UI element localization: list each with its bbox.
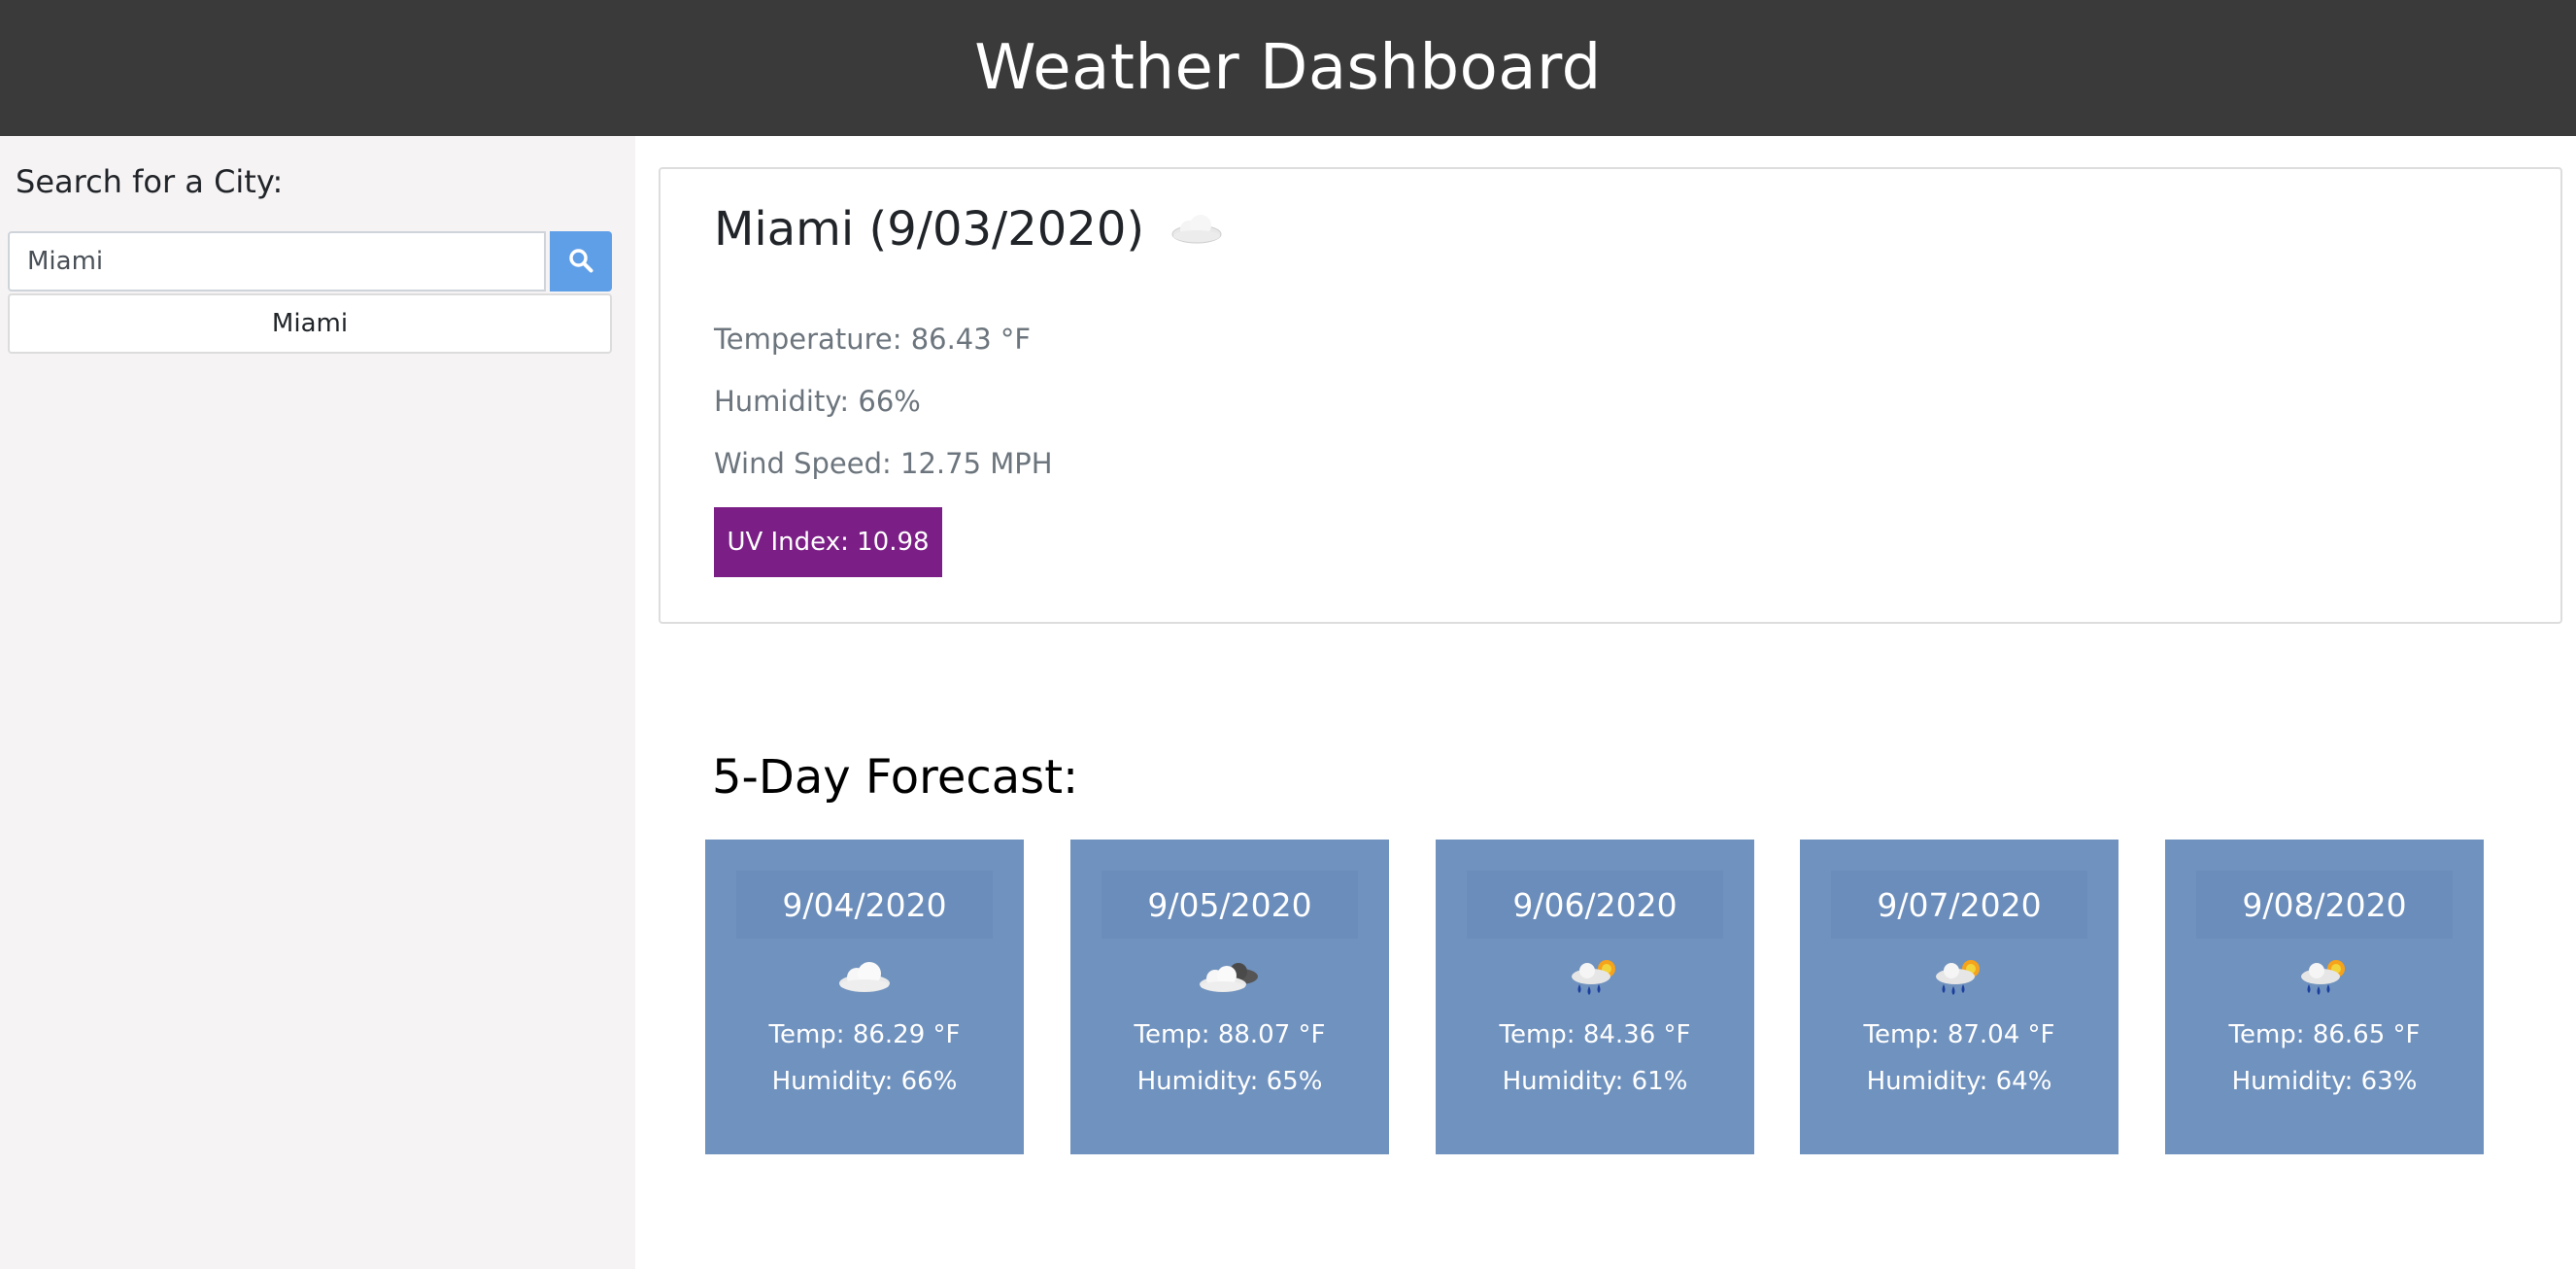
current-weather-heading: Miami (9/03/2020) xyxy=(714,202,1224,257)
forecast-humidity: Humidity: 64% xyxy=(1866,1067,2052,1096)
current-wind-speed: Wind Speed: 12.75 MPH xyxy=(714,447,1053,480)
forecast-date: 9/04/2020 xyxy=(736,871,993,939)
search-label: Search for a City: xyxy=(16,163,284,200)
forecast-temp: Temp: 84.36 °F xyxy=(1499,1020,1691,1049)
current-humidity: Humidity: 66% xyxy=(714,385,921,418)
forecast-temp: Temp: 86.29 °F xyxy=(768,1020,961,1049)
page-title: Weather Dashboard xyxy=(974,32,1602,104)
forecast-humidity: Humidity: 66% xyxy=(771,1067,958,1096)
uv-index-badge: UV Index: 10.98 xyxy=(714,507,942,577)
city-search-input[interactable] xyxy=(8,231,546,292)
search-history-item[interactable]: Miami xyxy=(8,293,612,354)
rain-sun-icon xyxy=(1436,948,1754,1007)
search-icon xyxy=(568,248,593,276)
forecast-date: 9/07/2020 xyxy=(1831,871,2087,939)
current-temperature: Temperature: 86.43 °F xyxy=(714,323,1032,356)
forecast-heading: 5-Day Forecast: xyxy=(712,749,1079,805)
search-button[interactable] xyxy=(550,231,612,292)
current-city-date: Miami (9/03/2020) xyxy=(714,202,1145,257)
forecast-temp: Temp: 88.07 °F xyxy=(1134,1020,1326,1049)
forecast-temp: Temp: 86.65 °F xyxy=(2228,1020,2421,1049)
rain-sun-icon xyxy=(2165,948,2484,1007)
forecast-humidity: Humidity: 63% xyxy=(2231,1067,2418,1096)
forecast-card: 9/06/2020 Temp: 84.36 °F Humidity: 61% xyxy=(1436,840,1754,1154)
cloud-dark-cloud-icon xyxy=(1070,948,1389,1007)
forecast-humidity: Humidity: 61% xyxy=(1502,1067,1688,1096)
forecast-card: 9/07/2020 Temp: 87.04 °F Humidity: 64% xyxy=(1800,840,2118,1154)
forecast-humidity: Humidity: 65% xyxy=(1136,1067,1323,1096)
forecast-card: 9/08/2020 Temp: 86.65 °F Humidity: 63% xyxy=(2165,840,2484,1154)
forecast-date: 9/06/2020 xyxy=(1467,871,1723,939)
app-header: Weather Dashboard xyxy=(0,0,2576,136)
forecast-card: 9/05/2020 Temp: 88.07 °F Humidity: 65% xyxy=(1070,840,1389,1154)
cloud-icon xyxy=(705,948,1024,1007)
forecast-date: 9/05/2020 xyxy=(1102,871,1358,939)
rain-sun-icon xyxy=(1800,948,2118,1007)
forecast-card: 9/04/2020 Temp: 86.29 °F Humidity: 66% xyxy=(705,840,1024,1154)
forecast-date: 9/08/2020 xyxy=(2196,871,2453,939)
cloud-icon xyxy=(1169,213,1224,246)
forecast-temp: Temp: 87.04 °F xyxy=(1863,1020,2055,1049)
